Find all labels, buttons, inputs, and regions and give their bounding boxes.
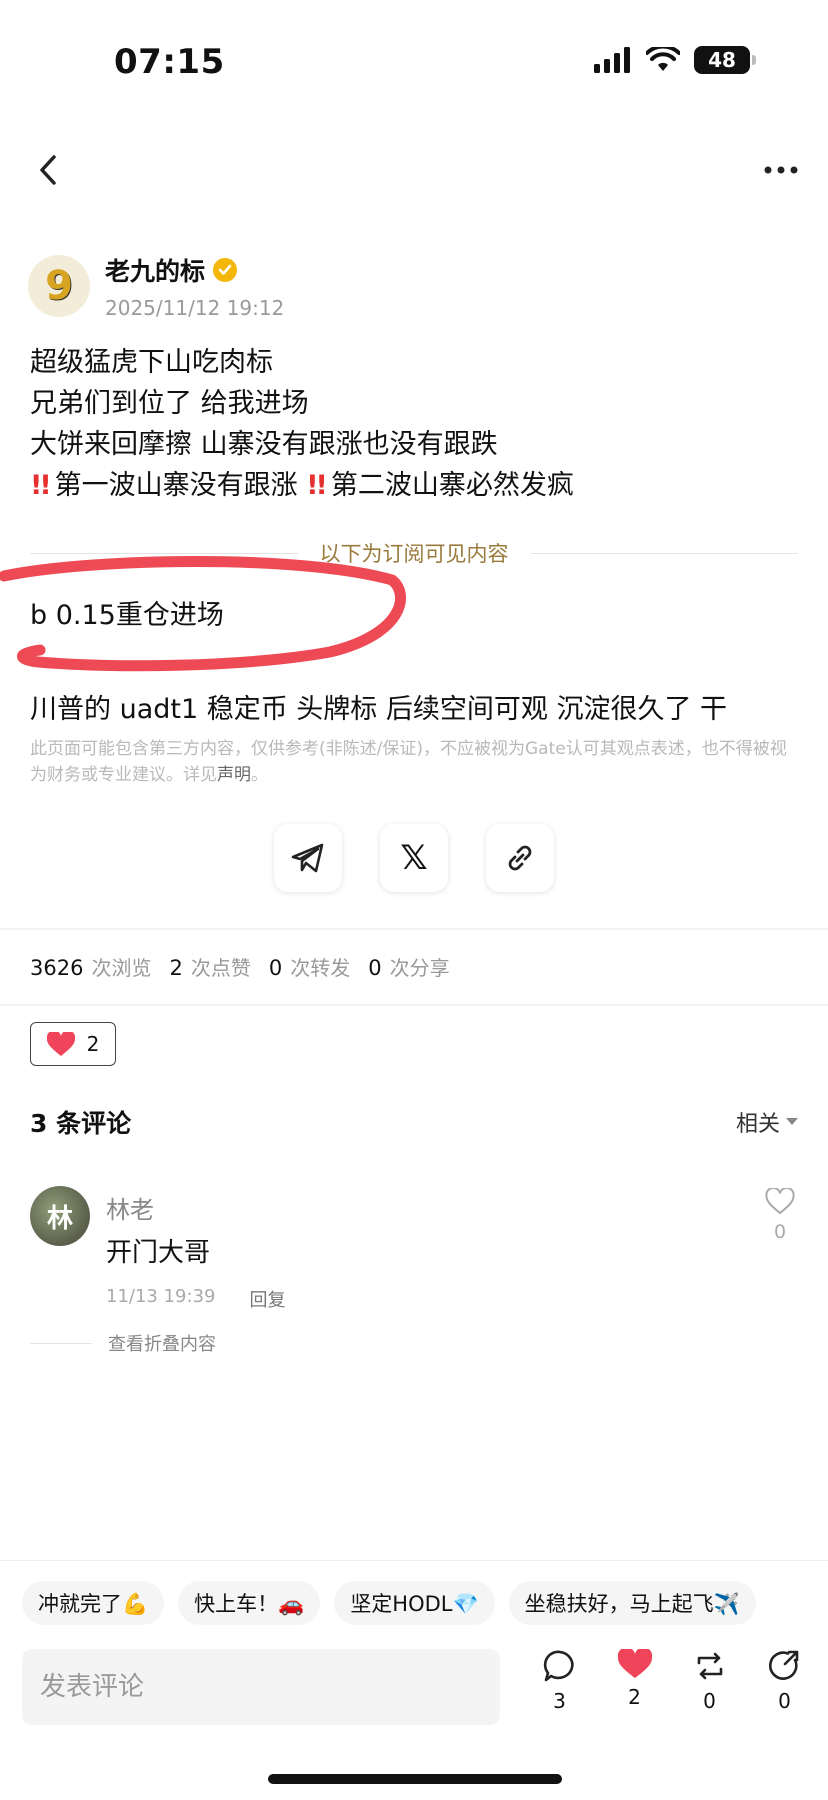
view-folded-comments[interactable]: 查看折叠内容 <box>30 1330 216 1356</box>
subscriber-line: b 0.15重仓进场 <box>30 600 224 631</box>
post-line: !! 第一波山寨没有跟涨 !! 第二波山寨必然发疯 <box>30 465 810 506</box>
author-name[interactable]: 老九的标 <box>105 252 205 288</box>
comments-action-button[interactable]: 3 <box>525 1649 595 1713</box>
more-dots-icon <box>764 166 798 174</box>
disclaimer-link[interactable]: 声明 <box>217 765 251 785</box>
disclaimer-text: 此页面可能包含第三方内容，仅供参考(非陈述/保证)，不应被视为Gate认可其观点… <box>30 739 787 785</box>
commenter-name[interactable]: 林老 <box>106 1190 154 1225</box>
post-line: 兄弟们到位了 给我进场 <box>30 388 309 419</box>
post-author[interactable]: 9 老九的标 2025/11/12 19:12 <box>28 252 284 320</box>
double-exclamation-icon: !! <box>30 470 52 501</box>
reply-button[interactable]: 回复 <box>249 1286 285 1312</box>
view-folded-label: 查看折叠内容 <box>108 1334 216 1355</box>
top-nav <box>0 140 828 200</box>
comment-input[interactable] <box>22 1649 500 1725</box>
comments-count: 3 <box>553 1689 566 1713</box>
author-name-row: 老九的标 <box>105 252 284 288</box>
subscriber-divider: 以下为订阅可见内容 <box>30 538 798 568</box>
comment-sort-select[interactable]: 相关 <box>736 1106 798 1138</box>
share-telegram-button[interactable] <box>274 824 342 892</box>
reaction-count: 2 <box>86 1032 100 1056</box>
disclaimer-end: 。 <box>251 765 268 785</box>
x-logo-icon: 𝕏 <box>400 838 428 878</box>
back-button[interactable] <box>28 150 68 190</box>
signal-icon <box>594 47 630 73</box>
likes-count: 2 <box>628 1685 641 1709</box>
post-timestamp: 2025/11/12 19:12 <box>105 296 285 320</box>
post-line: 大饼来回摩擦 山寨没有跟涨也没有跟跌 <box>30 429 498 460</box>
stat-likes: 2 次点赞 <box>169 956 251 980</box>
telegram-icon <box>291 843 324 873</box>
repost-count: 0 <box>703 1689 716 1713</box>
heart-icon <box>46 1031 75 1056</box>
share-arrow-icon <box>768 1650 798 1680</box>
status-time: 07:15 <box>114 42 225 82</box>
comment-time: 11/13 19:39 <box>106 1286 216 1307</box>
caret-down-icon <box>786 1118 798 1125</box>
comment-like-button[interactable]: 0 <box>760 1186 800 1243</box>
share-x-button[interactable]: 𝕏 <box>380 824 448 892</box>
folded-dash <box>30 1342 92 1344</box>
repost-action-button[interactable]: 0 <box>675 1649 745 1713</box>
battery-indicator: 48 <box>694 46 756 74</box>
quick-reply-chip[interactable]: 快上车！🚗 <box>178 1581 321 1625</box>
more-options-button[interactable] <box>756 150 806 190</box>
subscriber-line: 川普的 uadt1 稳定币 头牌标 后续空间可观 沉淀很久了 干 <box>30 694 728 725</box>
commenter-avatar[interactable]: 林 <box>30 1186 90 1246</box>
heart-outline-icon <box>765 1186 795 1215</box>
action-bar: 3 2 0 0 <box>522 1647 822 1713</box>
post-body: 超级猛虎下山吃肉标 兄弟们到位了 给我进场 大饼来回摩擦 山寨没有跟涨也没有跟跌… <box>30 342 810 506</box>
comment-item: 林 林老 开门大哥 11/13 19:39 回复 0 <box>30 1186 800 1311</box>
repost-icon <box>697 1652 722 1680</box>
comment-bubble-icon <box>543 1650 574 1682</box>
heart-reaction-chip[interactable]: 2 <box>30 1022 116 1066</box>
link-icon <box>508 845 532 871</box>
author-avatar[interactable]: 9 <box>28 255 90 317</box>
copy-link-button[interactable] <box>486 824 554 892</box>
disclaimer: 此页面可能包含第三方内容，仅供参考(非陈述/保证)，不应被视为Gate认可其观点… <box>30 736 800 788</box>
stat-shares: 0 次分享 <box>368 956 450 980</box>
status-bar: 07:15 48 <box>0 0 828 120</box>
subscriber-content: b 0.15重仓进场 - 川普的 uadt1 稳定币 头牌标 后续空间可观 沉淀… <box>30 596 810 730</box>
bottom-bar: 冲就完了💪 快上车！🚗 坚定HODL💎 坐稳扶好，马上起飞✈️ 3 2 0 <box>0 1560 828 1800</box>
verified-badge-icon <box>213 258 238 282</box>
share-row: 𝕏 <box>0 824 828 892</box>
stat-reposts: 0 次转发 <box>268 956 351 980</box>
chevron-left-icon <box>40 155 56 185</box>
share-count: 0 <box>778 1689 791 1713</box>
comment-like-count: 0 <box>773 1221 787 1243</box>
double-exclamation-icon: !! <box>306 470 328 501</box>
author-meta: 老九的标 2025/11/12 19:12 <box>105 252 284 320</box>
post-text: 第二波山寨必然发疯 <box>330 470 574 501</box>
comment-text: 开门大哥 <box>106 1238 211 1268</box>
comment-meta: 11/13 19:39 回复 <box>106 1286 285 1312</box>
post-text: 第一波山寨没有跟涨 <box>54 470 298 501</box>
like-action-button[interactable]: 2 <box>600 1647 670 1713</box>
share-action-button[interactable]: 0 <box>750 1649 820 1713</box>
home-indicator[interactable] <box>268 1774 562 1784</box>
status-icons: 48 <box>594 46 756 74</box>
subscriber-divider-label: 以下为订阅可见内容 <box>319 542 509 566</box>
comments-title: 3 条评论 <box>30 1109 132 1138</box>
post-stats: 3626 次浏览 2 次点赞 0 次转发 0 次分享 <box>30 952 450 981</box>
divider-line <box>530 552 798 554</box>
heart-icon <box>617 1647 652 1678</box>
subscriber-line: - <box>30 648 40 679</box>
sort-label: 相关 <box>735 1112 780 1137</box>
section-separator <box>0 928 828 930</box>
stat-views: 3626 次浏览 <box>30 956 152 980</box>
comments-header: 3 条评论 相关 <box>30 1104 798 1140</box>
quick-reply-chip[interactable]: 坚定HODL💎 <box>334 1581 495 1625</box>
quick-reply-chip[interactable]: 坐稳扶好，马上起飞✈️ <box>508 1581 756 1625</box>
quick-replies: 冲就完了💪 快上车！🚗 坚定HODL💎 坐稳扶好，马上起飞✈️ <box>22 1581 756 1625</box>
quick-reply-chip[interactable]: 冲就完了💪 <box>22 1581 165 1625</box>
section-separator <box>0 1004 828 1006</box>
post-line: 超级猛虎下山吃肉标 <box>30 347 273 378</box>
divider-line <box>30 552 298 554</box>
wifi-icon <box>646 47 680 71</box>
